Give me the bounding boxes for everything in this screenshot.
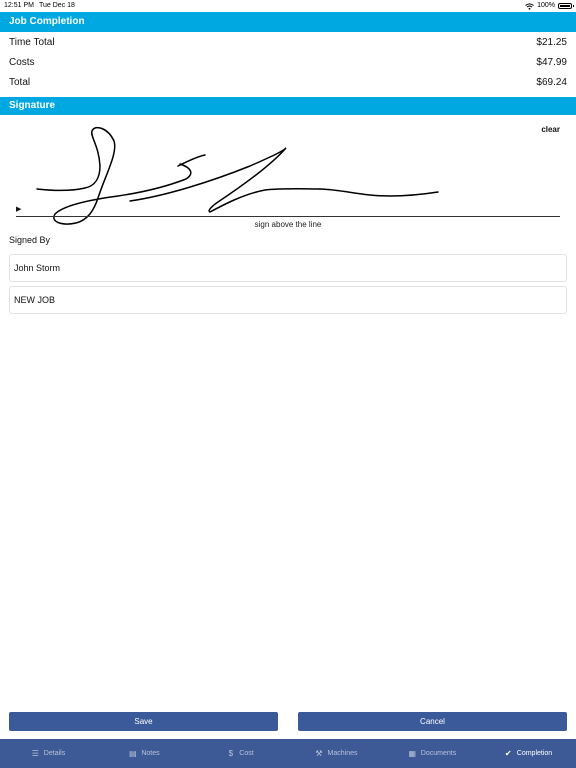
job-completion-screen: 12:51 PM Tue Dec 18 100% Job Completion …: [0, 0, 576, 768]
total-row: Total $69.24: [0, 73, 576, 93]
signed-by-name-field[interactable]: John Storm: [9, 254, 567, 282]
total-label: Total: [9, 77, 31, 88]
tab-bar: ☰ Details ▤ Notes $ Cost ⚒ Machines ▦ Do…: [0, 739, 576, 768]
checkmark-icon: ✔: [504, 748, 512, 758]
tab-notes[interactable]: ▤ Notes: [96, 739, 192, 768]
tab-cost[interactable]: $ Cost: [192, 739, 288, 768]
signed-by-label: Signed By: [9, 235, 51, 245]
status-bar: 12:51 PM Tue Dec 18 100%: [0, 0, 576, 12]
battery-percentage: 100%: [537, 2, 555, 9]
job-completion-header: Job Completion: [0, 12, 576, 32]
status-indicators: 100%: [525, 0, 574, 12]
signature-baseline: [16, 216, 560, 217]
list-icon: ☰: [31, 748, 39, 758]
tab-label: Details: [43, 750, 66, 757]
tab-label: Machines: [327, 750, 358, 757]
status-time: 12:51 PM: [4, 2, 34, 9]
total-value: $69.24: [536, 77, 567, 88]
costs-row: Costs $47.99: [0, 53, 576, 73]
signature-hint: sign above the line: [254, 220, 322, 229]
notes-icon: ▤: [129, 748, 137, 758]
costs-label: Costs: [9, 57, 35, 68]
tab-label: Notes: [141, 750, 160, 757]
time-total-value: $21.25: [536, 37, 567, 48]
cancel-button[interactable]: Cancel: [298, 712, 567, 731]
costs-value: $47.99: [536, 57, 567, 68]
time-total-label: Time Total: [9, 37, 55, 48]
tab-completion[interactable]: ✔ Completion: [480, 739, 576, 768]
signature-pad[interactable]: clear ▶ sign above the line: [0, 116, 576, 234]
status-date: Tue Dec 18: [39, 2, 75, 9]
battery-icon: [558, 3, 574, 9]
tab-machines[interactable]: ⚒ Machines: [288, 739, 384, 768]
signature-start-marker-icon: ▶: [16, 206, 22, 213]
time-total-row: Time Total $21.25: [0, 33, 576, 53]
signature-header: Signature: [0, 97, 576, 115]
wifi-icon: [525, 2, 534, 10]
tab-label: Completion: [516, 750, 553, 757]
tab-label: Documents: [420, 750, 457, 757]
tab-label: Cost: [239, 750, 254, 757]
wrench-icon: ⚒: [315, 748, 323, 758]
save-button[interactable]: Save: [9, 712, 278, 731]
clear-signature-button[interactable]: clear: [541, 125, 560, 134]
document-icon: ▦: [408, 748, 417, 758]
tab-documents[interactable]: ▦ Documents: [384, 739, 480, 768]
dollar-icon: $: [228, 748, 234, 758]
tab-details[interactable]: ☰ Details: [0, 739, 96, 768]
job-name-field[interactable]: NEW JOB: [9, 286, 567, 314]
